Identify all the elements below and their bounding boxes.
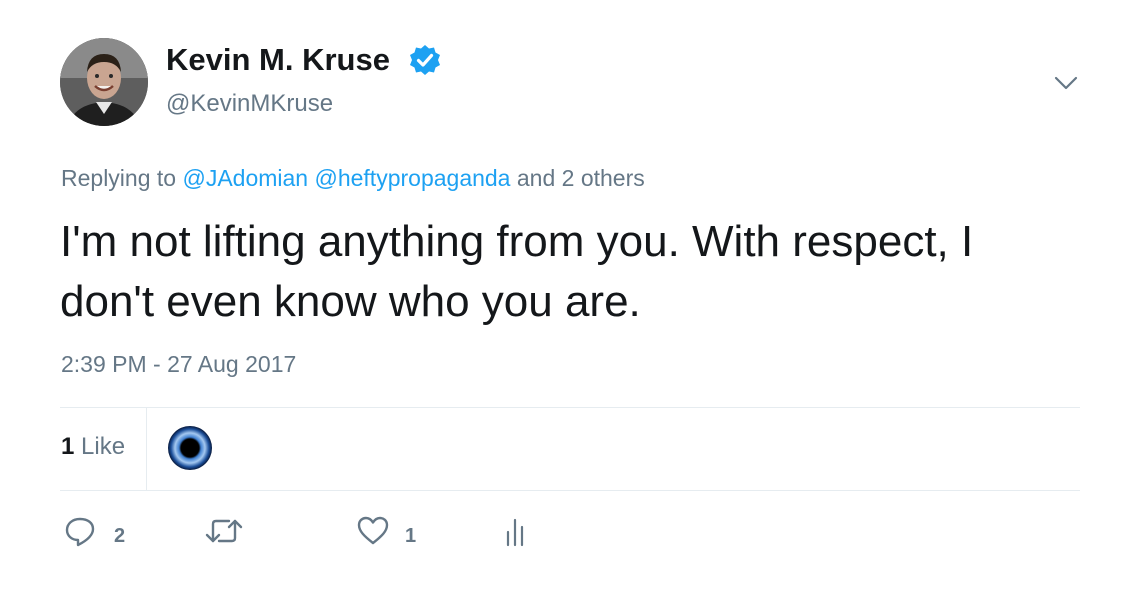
- author-avatar[interactable]: [60, 38, 148, 126]
- mention-link-jadomian[interactable]: @JAdomian: [182, 165, 308, 191]
- author-handle[interactable]: @KevinMKruse: [166, 88, 333, 120]
- tweet-text: I'm not lifting anything from you. With …: [60, 217, 974, 326]
- like-count: 1: [405, 525, 417, 547]
- divider: [60, 407, 1080, 408]
- tweet-timestamp[interactable]: 2:39 PM - 27 Aug 2017: [61, 348, 296, 380]
- like-button[interactable]: 1: [356, 514, 436, 550]
- heart-icon: [357, 516, 389, 545]
- liker-avatar[interactable]: [168, 426, 212, 470]
- analytics-icon: [506, 518, 524, 547]
- others-link[interactable]: and 2 others: [517, 165, 645, 191]
- verified-badge-icon: [410, 45, 440, 75]
- analytics-button[interactable]: [500, 514, 530, 550]
- mention-link-heftypropaganda[interactable]: @heftypropaganda: [314, 165, 510, 191]
- likes-number: 1: [61, 433, 75, 460]
- author-name[interactable]: Kevin M. Kruse: [166, 40, 390, 80]
- reply-button[interactable]: 2: [64, 514, 144, 550]
- retweet-button[interactable]: [204, 514, 254, 550]
- divider: [146, 408, 147, 490]
- likes-stat[interactable]: 1 Like: [61, 432, 125, 462]
- reply-count: 2: [114, 525, 126, 547]
- replying-to-line: Replying to @JAdomian @heftypropaganda a…: [61, 162, 645, 194]
- chevron-down-icon[interactable]: [1054, 74, 1078, 92]
- divider: [60, 490, 1080, 491]
- replying-to-label: Replying to: [61, 165, 177, 191]
- retweet-icon: [205, 519, 243, 543]
- reply-icon: [65, 517, 95, 547]
- tweet-card: Kevin M. Kruse @KevinMKruse Replying to …: [0, 0, 1140, 596]
- likes-label: Like: [81, 433, 126, 460]
